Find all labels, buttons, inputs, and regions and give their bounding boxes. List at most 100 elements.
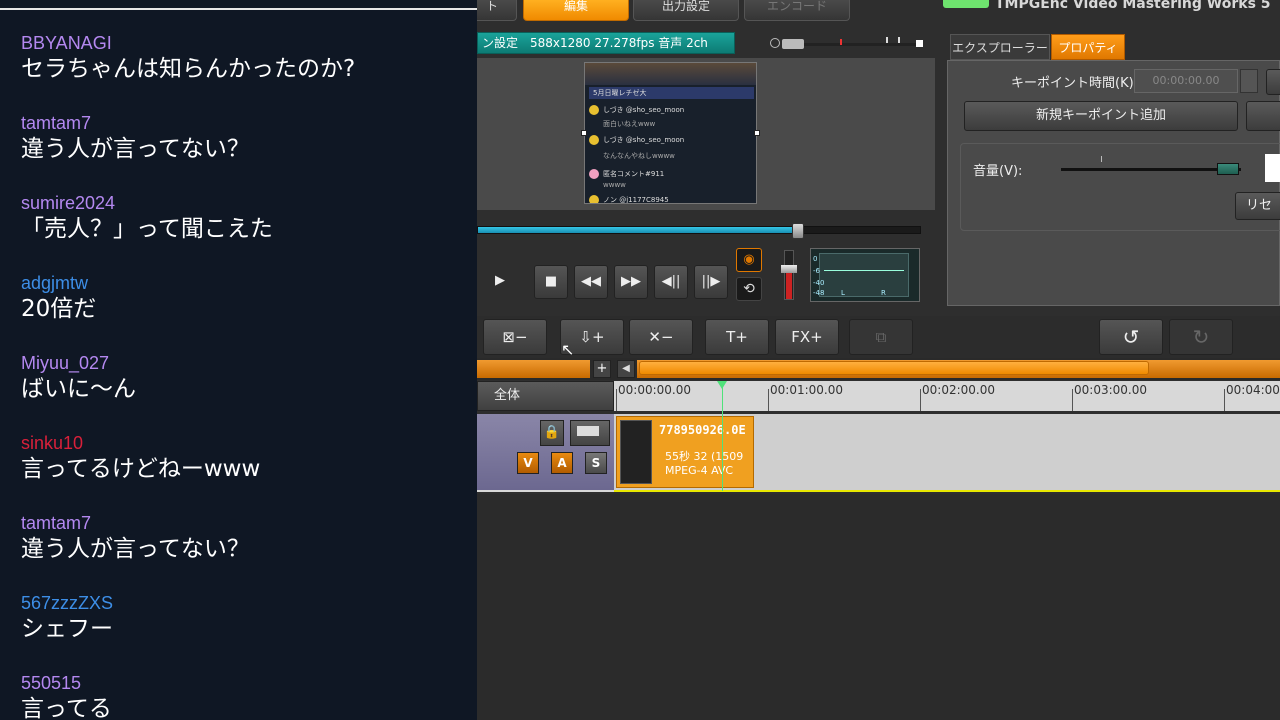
button-label: リセ [1246,198,1273,213]
meter-tick: 0 [813,255,818,263]
chat-username: sinku10 [21,433,84,453]
chat-username: adgjmtw [21,273,89,293]
tick-label: 00:02:00.00 [922,383,995,397]
playhead-marker-icon [717,381,727,389]
resize-handle[interactable] [581,130,587,136]
zoom-in-icon[interactable]: + [593,360,611,378]
rewind-button[interactable]: ◀◀ [574,265,608,299]
add-text-button[interactable]: T+ [705,319,769,355]
delete-clip-button[interactable]: ✕− [629,319,693,355]
lock-icon[interactable]: 🔒 [540,420,564,446]
rewind-icon: ◀◀ [581,274,601,289]
reset-button[interactable]: リセ [1235,192,1280,220]
meter-tick: -48 [813,289,825,297]
volume-fader[interactable] [781,250,797,300]
timeline-clip[interactable]: 778950926.0E 55秒 32 (1509 MPEG-4 AVC [616,416,754,488]
tab-properties[interactable]: プロパティ [1051,34,1125,60]
ruler-tick [920,389,921,411]
next-frame-icon: ||▶ [701,274,721,289]
range-scroll-track[interactable] [637,360,1280,378]
zoom-slider-knob[interactable] [782,39,804,49]
tick-label: 00:00:00.00 [618,383,691,397]
playhead[interactable] [717,381,727,491]
volume-slider[interactable] [1061,156,1241,175]
play-button[interactable]: ▶ [483,265,517,299]
meter-tick: -6 [813,267,820,275]
properties-panel: キーポイント時間(K): 00:00:00.00 移 新規キーポイント追加 音量… [947,60,1280,306]
add-fx-button[interactable]: FX+ [775,319,839,355]
preview-row: しづき @sho_seo_moon [603,136,685,144]
video-track-toggle[interactable]: V [517,452,539,474]
tick-label: 00:01:00.00 [770,383,843,397]
chat-text: 言ってるけどねーwww [21,456,261,482]
chat-username: BBYANAGI [21,33,112,53]
stop-button[interactable]: ■ [534,265,568,299]
chat-panel: BBYANAGI セラちゃんは知らんかったのか? tamtam7 違う人が言って… [0,0,477,720]
chat-message: Miyuu_027 ばいに～ん [21,353,136,404]
preview-title-bar: 5月日曜レチゼ大 [589,87,754,99]
fast-forward-button[interactable]: ▶▶ [614,265,648,299]
volume-fader-knob[interactable] [781,265,797,273]
subtitle-track-toggle[interactable]: S [585,452,607,474]
scroll-left-icon[interactable]: ◀ [617,360,635,378]
audio-toggle-icon[interactable]: ◉ [736,248,762,272]
remove-clip-button[interactable]: ⊠− [483,319,547,355]
move-button[interactable]: 移 [1266,69,1280,95]
avatar-icon [589,105,599,115]
tab-label: エクスプローラー [952,41,1048,55]
status-led [943,0,989,8]
seek-knob[interactable] [791,223,804,239]
tick-label: 00:03:00.00 [1074,383,1147,397]
range-scroll-thumb[interactable] [639,361,1149,375]
resize-handle[interactable] [754,130,760,136]
zoom-slider[interactable] [770,37,923,49]
tab-source[interactable]: ト [477,0,517,21]
chat-text: 「売人？」って聞こえた [21,216,273,242]
avatar-icon [589,169,599,179]
audio-track-toggle[interactable]: A [551,452,573,474]
chat-text: 言ってる [21,696,112,720]
button-label: V [523,456,533,470]
disabled-tool-button[interactable]: ⧉ [849,319,913,355]
chat-username: sumire2024 [21,193,116,213]
tab-edit[interactable]: 編集 [523,0,629,21]
button-label: S [591,456,601,470]
show-all-button[interactable]: 全体 [477,381,614,411]
volume-value-field[interactable] [1265,154,1280,182]
chat-message: adgjmtw 20倍だ [21,273,96,324]
volume-slider-knob[interactable] [1217,163,1239,175]
preview-row: しづき @sho_seo_moon [603,106,685,114]
fx-icon: FX+ [791,328,823,346]
add-keypoint-button[interactable]: 新規キーポイント追加 [964,101,1238,131]
chat-username: 567zzzZXS [21,593,114,613]
slider-marker [840,39,842,45]
timeline-ruler[interactable]: 00:00:00.00 00:01:00.00 00:02:00.00 00:0… [614,381,1280,411]
loop-icon[interactable]: ⟲ [736,277,762,301]
audio-meter: 0 -6 -40 -48 L R [810,248,920,302]
slider-end-marker [916,40,923,47]
preview-row: 匿名コメント#911 [603,170,665,178]
keypoint-time-label: キーポイント時間(K): [1011,76,1139,91]
redo-button[interactable]: ↻ [1169,319,1233,355]
mouse-cursor-icon: ↖ [561,340,575,359]
time-spinner[interactable] [1240,69,1258,93]
video-preview[interactable]: 5月日曜レチゼ大 しづき @sho_seo_moon 面白いねえwww しづき … [584,62,757,204]
track-view-icon[interactable] [570,420,610,446]
next-frame-button[interactable]: ||▶ [694,265,728,299]
chat-message: tamtam7 違う人が言ってない？ [21,113,250,164]
keypoint-time-field[interactable]: 00:00:00.00 [1134,69,1238,93]
preview-area: 5月日曜レチゼ大 しづき @sho_seo_moon 面白いねえwww しづき … [477,58,935,210]
chat-text: セラちゃんは知らんかったのか? [21,56,356,82]
preview-row: wwww [603,181,626,189]
side-action-button[interactable] [1246,101,1280,131]
prev-frame-button[interactable]: ◀|| [654,265,688,299]
undo-button[interactable]: ↺ [1099,319,1163,355]
tab-encode[interactable]: エンコード [744,0,850,21]
chat-message: sinku10 言ってるけどねーwww [21,433,260,484]
seek-bar[interactable] [477,223,921,239]
zoom-icon [770,38,780,48]
slider-ticks [886,37,900,43]
empty-timeline-area [477,494,1280,720]
tab-explorer[interactable]: エクスプローラー [950,34,1050,60]
tab-output-settings[interactable]: 出力設定 [633,0,739,21]
